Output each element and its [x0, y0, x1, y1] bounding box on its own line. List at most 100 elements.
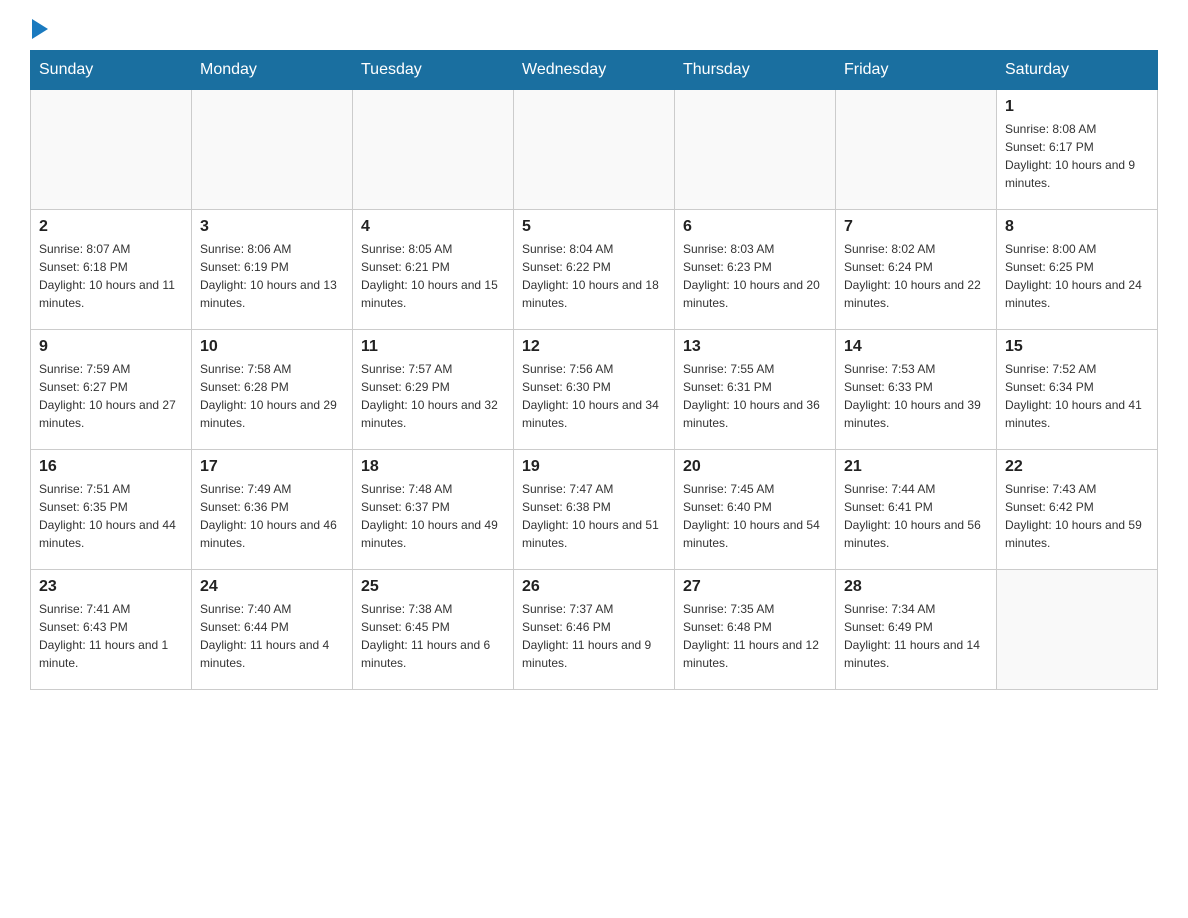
day-number: 23 — [39, 578, 183, 596]
col-tuesday: Tuesday — [353, 51, 514, 90]
col-monday: Monday — [192, 51, 353, 90]
day-number: 14 — [844, 338, 988, 356]
col-saturday: Saturday — [997, 51, 1158, 90]
day-number: 10 — [200, 338, 344, 356]
day-info: Sunrise: 7:40 AM Sunset: 6:44 PM Dayligh… — [200, 600, 344, 672]
table-row: 28 Sunrise: 7:34 AM Sunset: 6:49 PM Dayli… — [836, 570, 997, 690]
day-info: Sunrise: 8:02 AM Sunset: 6:24 PM Dayligh… — [844, 240, 988, 312]
day-info: Sunrise: 7:34 AM Sunset: 6:49 PM Dayligh… — [844, 600, 988, 672]
calendar-week-row: 2 Sunrise: 8:07 AM Sunset: 6:18 PM Daylig… — [31, 210, 1158, 330]
logo — [30, 20, 48, 40]
table-row: 19 Sunrise: 7:47 AM Sunset: 6:38 PM Dayli… — [514, 450, 675, 570]
day-info: Sunrise: 7:56 AM Sunset: 6:30 PM Dayligh… — [522, 360, 666, 432]
day-info: Sunrise: 7:45 AM Sunset: 6:40 PM Dayligh… — [683, 480, 827, 552]
day-info: Sunrise: 7:57 AM Sunset: 6:29 PM Dayligh… — [361, 360, 505, 432]
day-info: Sunrise: 7:58 AM Sunset: 6:28 PM Dayligh… — [200, 360, 344, 432]
table-row: 8Sunrise: 8:00 AM Sunset: 6:25 PM Daylig… — [997, 210, 1158, 330]
table-row: 13 Sunrise: 7:55 AM Sunset: 6:31 PM Dayli… — [675, 330, 836, 450]
table-row: 22Sunrise: 7:43 AM Sunset: 6:42 PM Dayli… — [997, 450, 1158, 570]
day-number: 17 — [200, 458, 344, 476]
table-row — [675, 90, 836, 210]
day-number: 13 — [683, 338, 827, 356]
col-thursday: Thursday — [675, 51, 836, 90]
day-info: Sunrise: 8:04 AM Sunset: 6:22 PM Dayligh… — [522, 240, 666, 312]
table-row: 11 Sunrise: 7:57 AM Sunset: 6:29 PM Dayli… — [353, 330, 514, 450]
table-row: 14 Sunrise: 7:53 AM Sunset: 6:33 PM Dayli… — [836, 330, 997, 450]
day-number: 5 — [522, 218, 666, 236]
calendar-week-row: 1 Sunrise: 8:08 AM Sunset: 6:17 PM Daylig… — [31, 90, 1158, 210]
table-row: 7 Sunrise: 8:02 AM Sunset: 6:24 PM Daylig… — [836, 210, 997, 330]
day-number: 28 — [844, 578, 988, 596]
day-number: 25 — [361, 578, 505, 596]
table-row — [192, 90, 353, 210]
col-wednesday: Wednesday — [514, 51, 675, 90]
table-row: 5 Sunrise: 8:04 AM Sunset: 6:22 PM Daylig… — [514, 210, 675, 330]
table-row: 2 Sunrise: 8:07 AM Sunset: 6:18 PM Daylig… — [31, 210, 192, 330]
table-row: 4 Sunrise: 8:05 AM Sunset: 6:21 PM Daylig… — [353, 210, 514, 330]
col-sunday: Sunday — [31, 51, 192, 90]
day-info: Sunrise: 7:51 AM Sunset: 6:35 PM Dayligh… — [39, 480, 183, 552]
table-row: 16 Sunrise: 7:51 AM Sunset: 6:35 PM Dayli… — [31, 450, 192, 570]
day-number: 24 — [200, 578, 344, 596]
table-row: 24 Sunrise: 7:40 AM Sunset: 6:44 PM Dayli… — [192, 570, 353, 690]
day-number: 27 — [683, 578, 827, 596]
day-info: Sunrise: 8:08 AM Sunset: 6:17 PM Dayligh… — [1005, 120, 1149, 192]
day-info: Sunrise: 7:47 AM Sunset: 6:38 PM Dayligh… — [522, 480, 666, 552]
col-friday: Friday — [836, 51, 997, 90]
day-info: Sunrise: 8:07 AM Sunset: 6:18 PM Dayligh… — [39, 240, 183, 312]
table-row: 9 Sunrise: 7:59 AM Sunset: 6:27 PM Daylig… — [31, 330, 192, 450]
table-row: 20Sunrise: 7:45 AM Sunset: 6:40 PM Dayli… — [675, 450, 836, 570]
table-row: 18 Sunrise: 7:48 AM Sunset: 6:37 PM Dayli… — [353, 450, 514, 570]
day-number: 3 — [200, 218, 344, 236]
day-info: Sunrise: 7:38 AM Sunset: 6:45 PM Dayligh… — [361, 600, 505, 672]
table-row: 23 Sunrise: 7:41 AM Sunset: 6:43 PM Dayli… — [31, 570, 192, 690]
calendar-week-row: 23 Sunrise: 7:41 AM Sunset: 6:43 PM Dayli… — [31, 570, 1158, 690]
table-row — [31, 90, 192, 210]
day-number: 9 — [39, 338, 183, 356]
day-info: Sunrise: 7:35 AM Sunset: 6:48 PM Dayligh… — [683, 600, 827, 672]
day-info: Sunrise: 8:05 AM Sunset: 6:21 PM Dayligh… — [361, 240, 505, 312]
table-row: 3 Sunrise: 8:06 AM Sunset: 6:19 PM Daylig… — [192, 210, 353, 330]
table-row — [353, 90, 514, 210]
table-row: 21 Sunrise: 7:44 AM Sunset: 6:41 PM Dayli… — [836, 450, 997, 570]
table-row: 25 Sunrise: 7:38 AM Sunset: 6:45 PM Dayli… — [353, 570, 514, 690]
table-row: 6Sunrise: 8:03 AM Sunset: 6:23 PM Daylig… — [675, 210, 836, 330]
day-number: 16 — [39, 458, 183, 476]
day-number: 1 — [1005, 98, 1149, 116]
logo-arrow-icon — [32, 19, 48, 39]
day-info: Sunrise: 7:59 AM Sunset: 6:27 PM Dayligh… — [39, 360, 183, 432]
day-info: Sunrise: 7:49 AM Sunset: 6:36 PM Dayligh… — [200, 480, 344, 552]
day-number: 6 — [683, 218, 827, 236]
day-number: 21 — [844, 458, 988, 476]
table-row: 10 Sunrise: 7:58 AM Sunset: 6:28 PM Dayli… — [192, 330, 353, 450]
calendar-week-row: 16 Sunrise: 7:51 AM Sunset: 6:35 PM Dayli… — [31, 450, 1158, 570]
day-info: Sunrise: 7:48 AM Sunset: 6:37 PM Dayligh… — [361, 480, 505, 552]
calendar-week-row: 9 Sunrise: 7:59 AM Sunset: 6:27 PM Daylig… — [31, 330, 1158, 450]
table-row — [997, 570, 1158, 690]
table-row: 26Sunrise: 7:37 AM Sunset: 6:46 PM Dayli… — [514, 570, 675, 690]
day-info: Sunrise: 7:55 AM Sunset: 6:31 PM Dayligh… — [683, 360, 827, 432]
table-row — [836, 90, 997, 210]
day-number: 8 — [1005, 218, 1149, 236]
table-row: 15 Sunrise: 7:52 AM Sunset: 6:34 PM Dayli… — [997, 330, 1158, 450]
day-info: Sunrise: 7:52 AM Sunset: 6:34 PM Dayligh… — [1005, 360, 1149, 432]
day-number: 15 — [1005, 338, 1149, 356]
table-row — [514, 90, 675, 210]
day-number: 19 — [522, 458, 666, 476]
day-info: Sunrise: 7:41 AM Sunset: 6:43 PM Dayligh… — [39, 600, 183, 672]
day-info: Sunrise: 7:44 AM Sunset: 6:41 PM Dayligh… — [844, 480, 988, 552]
page-header — [30, 20, 1158, 40]
day-number: 18 — [361, 458, 505, 476]
day-info: Sunrise: 7:37 AM Sunset: 6:46 PM Dayligh… — [522, 600, 666, 672]
calendar-header-row: Sunday Monday Tuesday Wednesday Thursday… — [31, 51, 1158, 90]
day-number: 11 — [361, 338, 505, 356]
day-number: 4 — [361, 218, 505, 236]
day-number: 7 — [844, 218, 988, 236]
day-info: Sunrise: 7:53 AM Sunset: 6:33 PM Dayligh… — [844, 360, 988, 432]
day-number: 2 — [39, 218, 183, 236]
day-number: 22 — [1005, 458, 1149, 476]
table-row: 17 Sunrise: 7:49 AM Sunset: 6:36 PM Dayli… — [192, 450, 353, 570]
day-info: Sunrise: 8:06 AM Sunset: 6:19 PM Dayligh… — [200, 240, 344, 312]
table-row: 12Sunrise: 7:56 AM Sunset: 6:30 PM Dayli… — [514, 330, 675, 450]
table-row: 27 Sunrise: 7:35 AM Sunset: 6:48 PM Dayli… — [675, 570, 836, 690]
